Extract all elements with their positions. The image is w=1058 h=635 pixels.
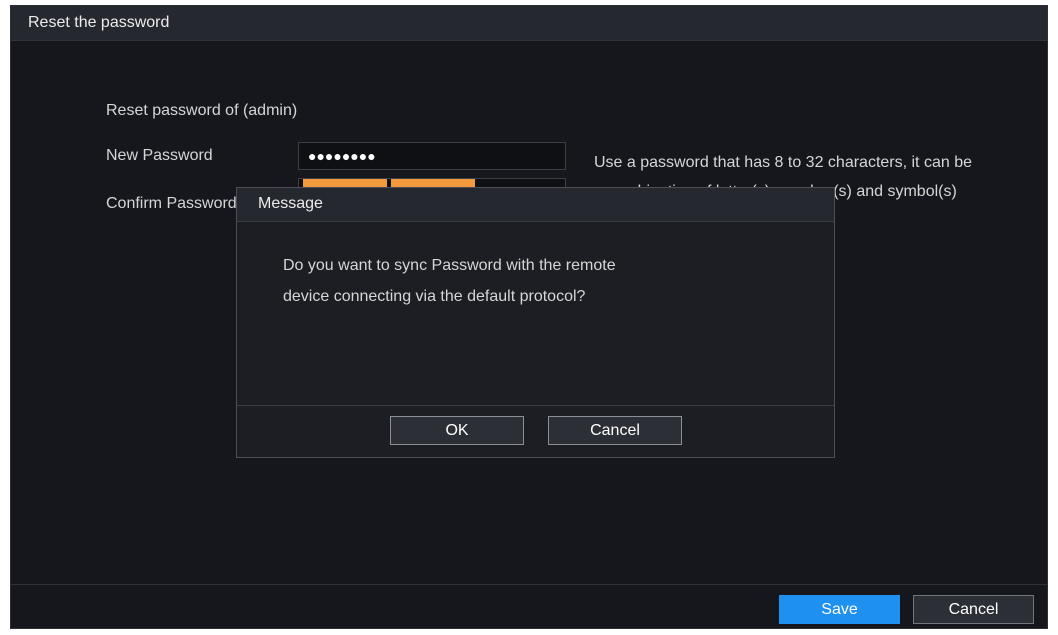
- dialog-title: Message: [258, 195, 323, 212]
- dialog-header: Message: [237, 188, 834, 222]
- save-button[interactable]: Save: [779, 595, 900, 624]
- window-title: Reset the password: [28, 14, 170, 31]
- strength-bar-segment-2: [391, 179, 475, 187]
- message-dialog: Message Do you want to sync Password wit…: [236, 187, 835, 458]
- new-password-label: New Password: [106, 147, 213, 164]
- new-password-field[interactable]: ●●●●●●●●: [298, 142, 566, 170]
- strength-bar-segment-1: [303, 179, 387, 187]
- dialog-message-line-2: device connecting via the default protoc…: [283, 288, 586, 305]
- cancel-button[interactable]: Cancel: [913, 595, 1034, 624]
- new-password-value: ●●●●●●●●: [308, 148, 376, 164]
- dialog-ok-button[interactable]: OK: [390, 416, 524, 445]
- dialog-cancel-button[interactable]: Cancel: [548, 416, 682, 445]
- reset-password-label: Reset password of (admin): [106, 102, 298, 119]
- confirm-password-label: Confirm Password: [106, 195, 237, 212]
- dialog-message-line-1: Do you want to sync Password with the re…: [283, 257, 616, 274]
- footer-divider: [11, 584, 1047, 585]
- dialog-message: Do you want to sync Password with the re…: [283, 250, 753, 312]
- reset-password-window: Reset the password Reset password of (ad…: [10, 5, 1048, 629]
- title-bar: Reset the password: [11, 6, 1047, 41]
- dialog-divider: [237, 405, 834, 406]
